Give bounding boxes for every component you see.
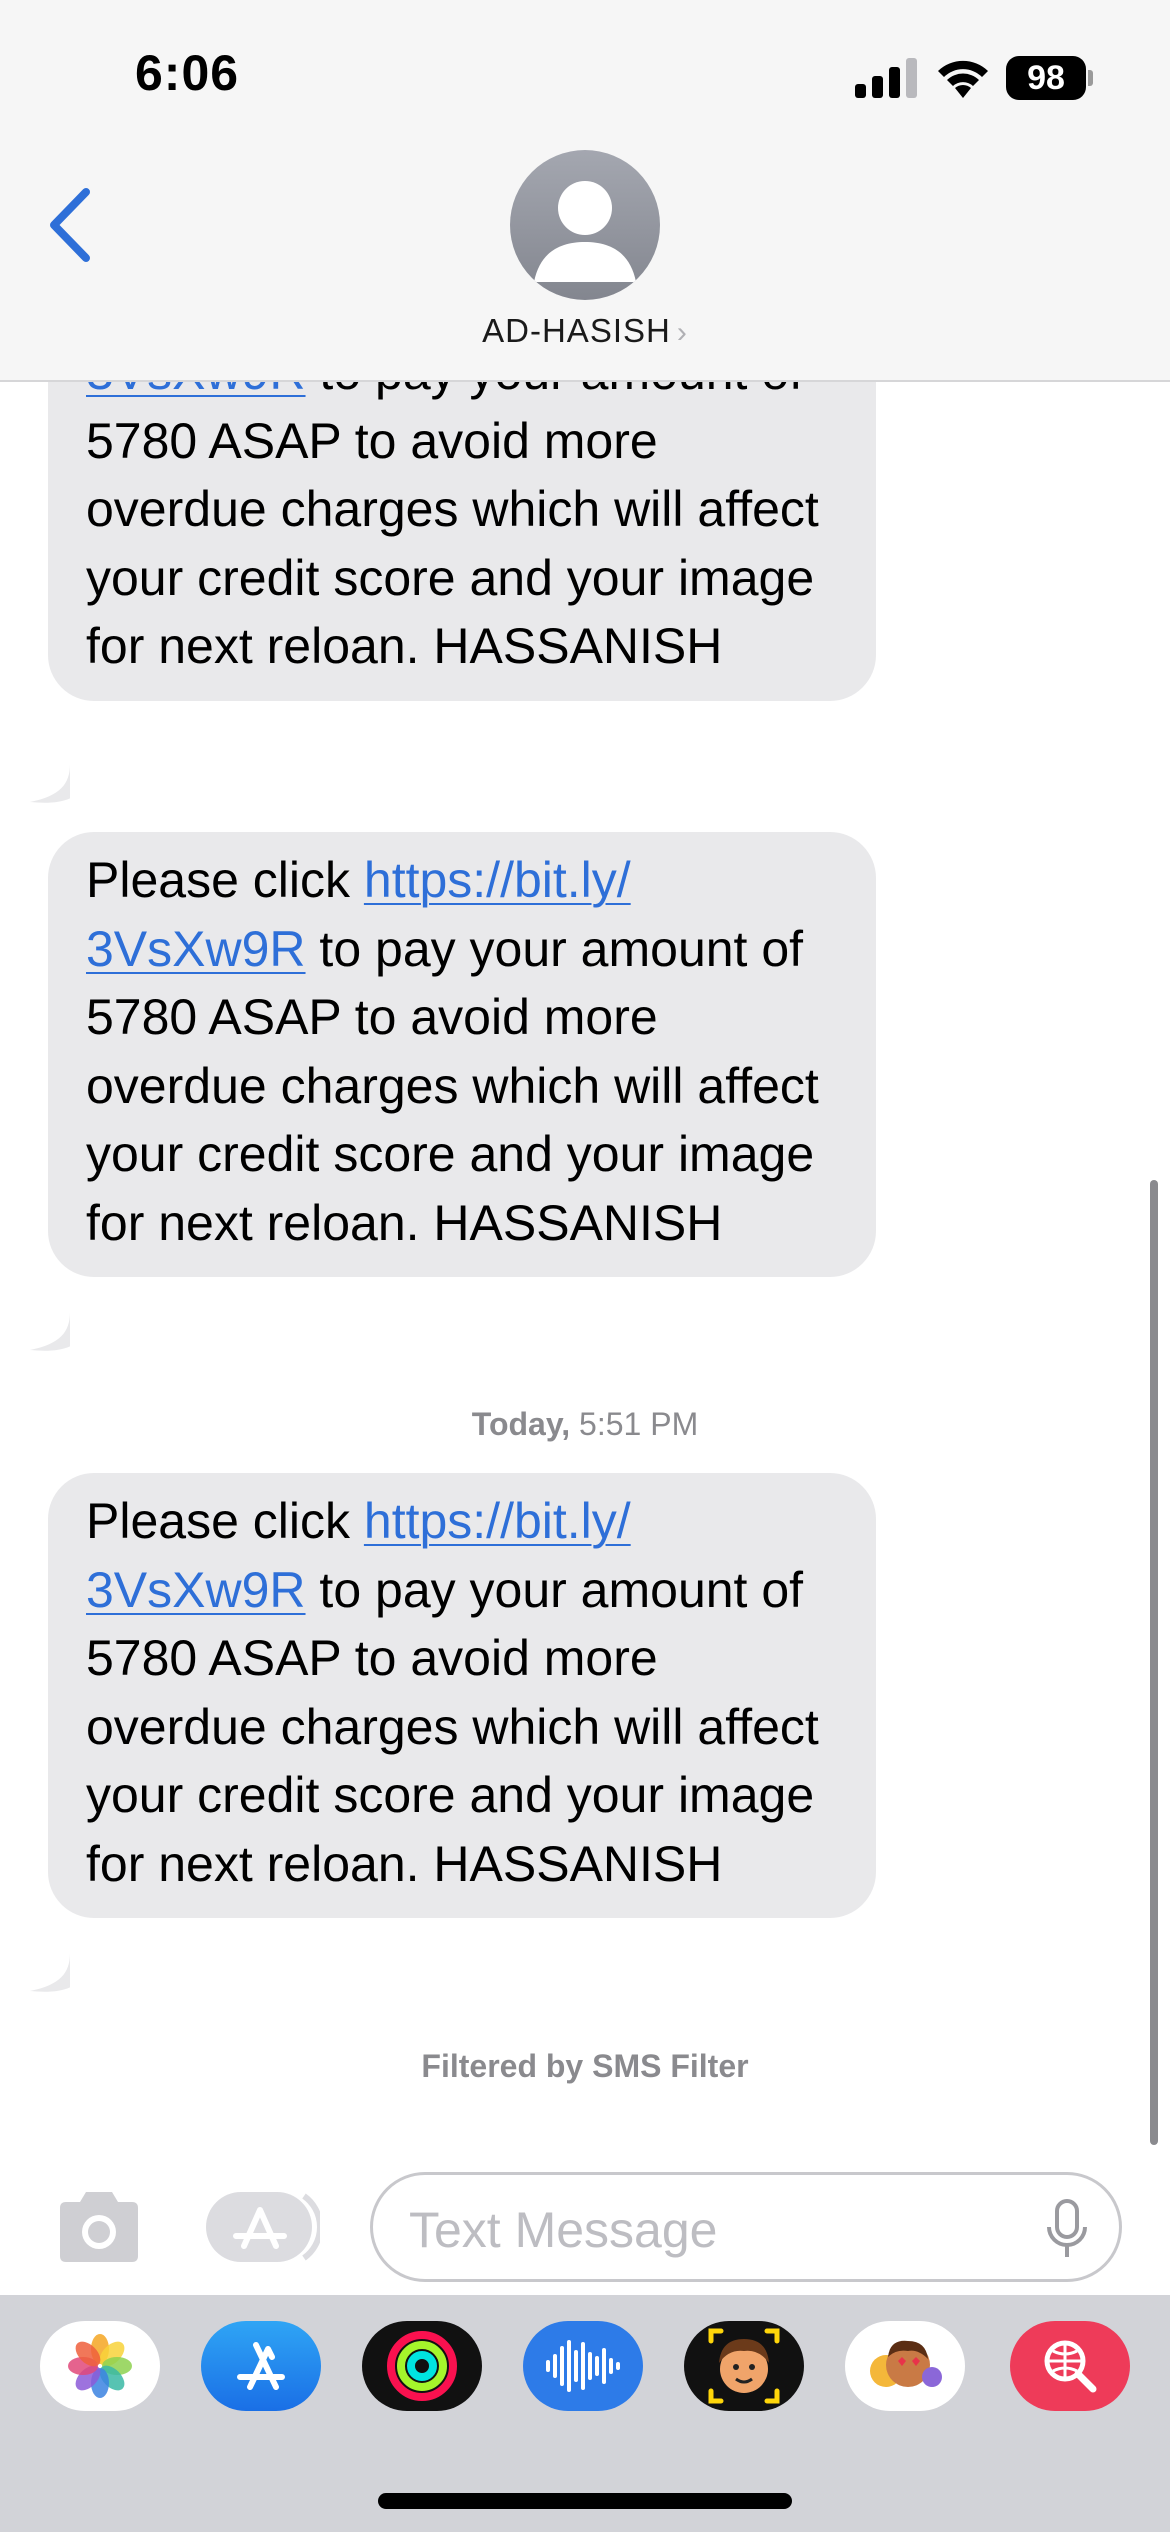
wifi-icon (938, 60, 988, 98)
conversation-header: 6:06 98 AD-HASISH › (0, 0, 1170, 382)
battery-icon: 98 (1006, 56, 1086, 100)
person-icon (534, 181, 636, 282)
message-input-field[interactable] (370, 2172, 1122, 2282)
bubble-tail (30, 1312, 70, 1351)
cellular-signal-icon (855, 58, 917, 98)
status-time: 6:06 (135, 45, 240, 101)
search-images-icon[interactable] (1010, 2321, 1130, 2411)
memoji-stickers-icon[interactable] (845, 2321, 965, 2411)
message-bubble[interactable]: Please click https://bit.ly/3VsXw9R to p… (48, 1473, 876, 1918)
bubble-tail (30, 764, 70, 803)
microphone-icon[interactable] (1045, 2199, 1089, 2261)
bubble-tail (30, 1953, 70, 1992)
chevron-right-icon: › (676, 316, 688, 349)
battery-tip (1088, 70, 1093, 86)
audio-message-icon[interactable] (523, 2321, 643, 2411)
filter-note: Filtered by SMS Filter (421, 2048, 749, 2084)
message-timestamp: Today, 5:51 PM (471, 1406, 699, 1442)
back-chevron-icon[interactable] (40, 180, 100, 270)
home-indicator[interactable] (378, 2493, 792, 2509)
memoji-icon[interactable] (684, 2321, 804, 2411)
app-drawer (0, 2295, 1170, 2532)
contact-name[interactable]: AD-HASISH › (0, 312, 1170, 350)
message-input[interactable] (409, 2195, 1009, 2265)
photos-icon[interactable] (40, 2321, 160, 2411)
app-store-icon[interactable] (201, 2321, 321, 2411)
scroll-indicator[interactable] (1150, 1180, 1158, 2145)
activity-icon[interactable] (362, 2321, 482, 2411)
contact-avatar[interactable] (510, 150, 660, 300)
message-text: Please click (86, 1493, 364, 1549)
apps-icon[interactable] (206, 2188, 320, 2266)
camera-icon[interactable] (52, 2188, 146, 2266)
message-text: Please click (86, 852, 364, 908)
message-bubble[interactable]: Please click https://bit.ly/3VsXw9R to p… (48, 832, 876, 1277)
